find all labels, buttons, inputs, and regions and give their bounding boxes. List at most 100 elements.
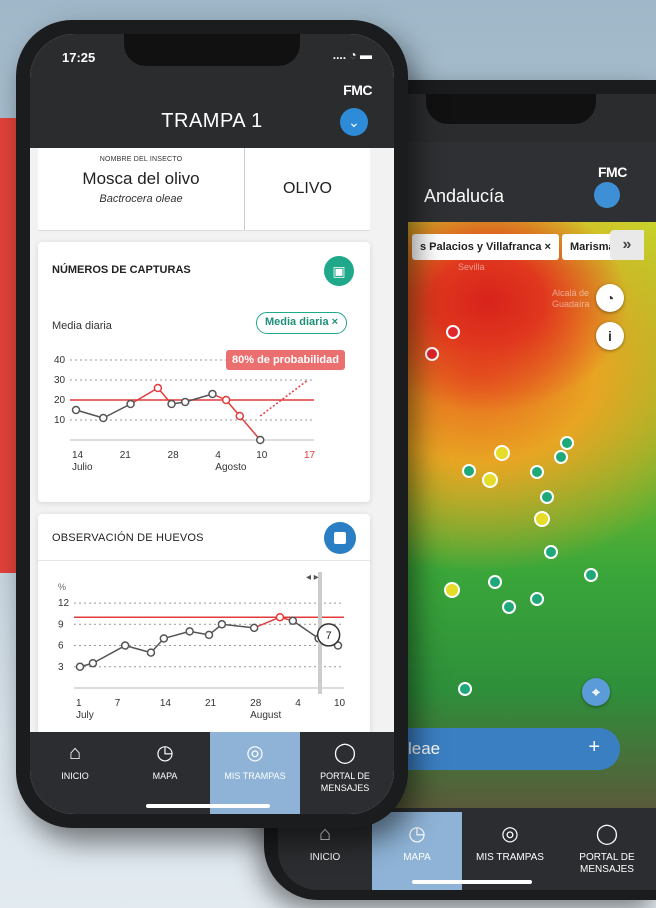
trap-marker-green[interactable] <box>560 436 574 450</box>
data-point <box>288 616 298 626</box>
x-tick-label: 4 <box>295 698 301 709</box>
series-segment <box>102 403 131 419</box>
data-point <box>221 395 231 405</box>
trap-marker-green[interactable] <box>530 465 544 479</box>
map-icon: ◷ <box>156 742 174 764</box>
tooltip-value: 7 <box>326 630 332 642</box>
series-segment <box>292 620 320 640</box>
nav-item-inicio[interactable]: ⌂ INICIO <box>30 732 120 814</box>
target-icon: ◎ <box>501 823 519 845</box>
x-tick-label: 4 <box>215 450 221 461</box>
data-point <box>255 435 265 445</box>
more-chips-button[interactable]: » <box>610 230 644 260</box>
brand-logo: FMC <box>598 164 627 180</box>
scroll-arrows-icon: ◂ ▸ <box>306 572 319 583</box>
insect-scientific-name: Bactrocera oleae <box>99 193 183 205</box>
location-pin-icon[interactable] <box>594 182 620 208</box>
filter-chip-media-diaria[interactable]: Media diaria × <box>256 312 348 334</box>
y-tick-label: 6 <box>58 641 64 652</box>
data-point <box>180 397 190 407</box>
home-indicator <box>146 804 270 808</box>
nav-label: MAPA <box>403 852 431 863</box>
data-point <box>99 413 108 423</box>
chevron-down-icon[interactable]: ⌄ <box>340 108 368 136</box>
trap-marker-red[interactable] <box>425 347 439 361</box>
captures-title: NÚMEROS DE CAPTURAS <box>52 264 191 276</box>
nav-label: INICIO <box>61 771 89 781</box>
trap-marker-green[interactable] <box>530 592 544 606</box>
nav-item-mapa[interactable]: ◷ MAPA <box>372 812 462 890</box>
home-indicator <box>412 880 532 884</box>
brand-logo: FMC <box>343 82 372 98</box>
y-axis-label: % <box>58 582 66 592</box>
y-tick-label: 10 <box>54 415 66 426</box>
target-icon: ◎ <box>246 742 264 764</box>
trap-marker-yellow[interactable] <box>534 511 550 527</box>
image-icon[interactable]: ▣ <box>324 256 354 286</box>
my-location-icon[interactable]: ⌖ <box>582 678 610 706</box>
trap-marker-green[interactable] <box>488 575 502 589</box>
trap-marker-green[interactable] <box>584 568 598 582</box>
nav-item-mis-trampas[interactable]: ◎ MIS TRAMPAS <box>210 732 300 814</box>
data-point <box>249 623 259 633</box>
series-segment <box>75 409 104 419</box>
add-icon[interactable]: + <box>588 736 600 759</box>
x-tick-label: 28 <box>250 698 262 709</box>
trap-marker-green[interactable] <box>458 682 472 696</box>
series-segment <box>221 623 255 629</box>
nav-item-mapa[interactable]: ◷ MAPA <box>120 732 210 814</box>
species-bar-label: leae <box>408 739 441 758</box>
crop-name: OLIVO <box>283 180 332 197</box>
nav-label: MIS TRAMPAS <box>224 771 286 781</box>
trap-marker-green[interactable] <box>554 450 568 464</box>
trap-marker-yellow[interactable] <box>482 472 498 488</box>
y-tick-label: 9 <box>58 619 64 630</box>
trap-marker-yellow[interactable] <box>494 445 510 461</box>
x-tick-label: 17 <box>304 450 316 461</box>
captures-card: NÚMEROS DE CAPTURAS ▣ Media diaria Media… <box>38 242 370 502</box>
trap-marker-green[interactable] <box>502 600 516 614</box>
home-icon: ⌂ <box>68 742 82 764</box>
data-point <box>159 634 169 643</box>
trap-marker-yellow[interactable] <box>444 582 460 598</box>
x-tick-label: 1 <box>76 698 82 709</box>
insect-name-block: NOMBRE DEL INSECTO Mosca del olivo Bactr… <box>38 148 244 228</box>
nav-item-mis-trampas[interactable]: ◎ MIS TRAMPAS <box>462 812 558 890</box>
phone-notch <box>124 34 300 66</box>
y-tick-label: 30 <box>54 375 66 386</box>
y-tick-label: 12 <box>58 598 70 609</box>
species-bar[interactable]: leae + <box>400 728 620 770</box>
x-month-label: Agosto <box>215 462 247 473</box>
x-tick-label: 14 <box>72 450 84 461</box>
forecast-line <box>259 379 309 417</box>
trap-marker-red[interactable] <box>446 325 460 339</box>
data-point <box>88 658 98 668</box>
status-time: 17:25 <box>62 50 96 65</box>
series-segment <box>184 393 213 403</box>
x-month-label: July <box>76 710 94 721</box>
nav-label: MAPA <box>152 771 178 781</box>
x-tick-label: 28 <box>168 450 180 461</box>
map-place-label: Sevilla <box>458 262 485 272</box>
data-point <box>167 399 176 409</box>
trap-marker-green[interactable] <box>462 464 476 478</box>
map-place-label: Alcalá de Guadaíra <box>552 288 590 309</box>
data-point <box>185 627 194 636</box>
nav-item-portal[interactable]: ◯ PORTAL DE MENSAJES <box>558 812 656 890</box>
eggs-title: OBSERVACIÓN DE HUEVOS <box>52 532 204 544</box>
trap-marker-green[interactable] <box>544 545 558 559</box>
clock-icon[interactable]: ◔ <box>596 284 624 312</box>
data-point <box>71 405 81 415</box>
y-tick-label: 3 <box>58 662 64 673</box>
bottom-nav: ⌂ INICIO ◷ MAPA ◎ MIS TRAMPAS ◯ PORTAL D… <box>30 732 394 814</box>
table-view-icon[interactable] <box>324 522 356 554</box>
info-icon[interactable]: i <box>596 322 624 350</box>
x-tick-label: 10 <box>334 698 346 709</box>
trap-marker-green[interactable] <box>540 490 554 504</box>
nav-item-portal[interactable]: ◯ PORTAL DE MENSAJES <box>300 732 390 814</box>
data-point <box>153 383 163 393</box>
chat-icon: ◯ <box>595 823 619 845</box>
y-tick-label: 20 <box>54 395 66 406</box>
nav-label: PORTAL DE MENSAJES <box>320 771 370 793</box>
filter-chip-locality[interactable]: s Palacios y Villafranca × <box>412 234 559 260</box>
